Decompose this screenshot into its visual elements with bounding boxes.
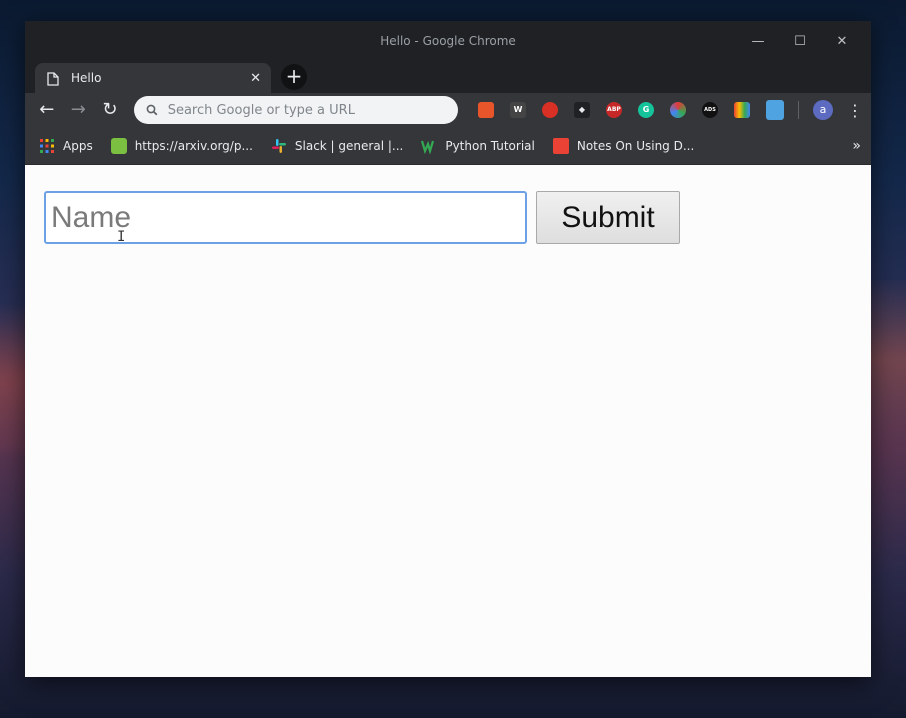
tab-title: Hello: [71, 71, 102, 85]
text-cursor-icon: I: [117, 229, 126, 245]
back-button[interactable]: ←: [35, 98, 59, 122]
bookmark-slack[interactable]: Slack | general |...: [271, 138, 403, 154]
bookmarks-overflow-icon[interactable]: »: [852, 138, 861, 154]
tab-hello[interactable]: Hello ✕: [35, 63, 271, 93]
bookmark-label: https://arxiv.org/p...: [134, 138, 253, 153]
submit-button[interactable]: Submit: [536, 191, 680, 244]
extension-pdf-icon[interactable]: [765, 100, 784, 120]
extension-hand-icon[interactable]: [541, 102, 558, 118]
extension-grammarly-icon[interactable]: G: [637, 102, 654, 118]
window-controls: — ☐ ✕: [737, 21, 863, 61]
slack-icon: [271, 138, 287, 154]
bookmark-apps[interactable]: Apps: [39, 138, 93, 154]
browser-toolbar: ← → ↻ W ◆ ABP G ADS a ⋮: [25, 93, 871, 127]
bookmark-label: Notes On Using D...: [576, 138, 695, 153]
search-icon: [146, 101, 158, 120]
reload-button[interactable]: ↻: [98, 98, 122, 122]
extension-palette-icon[interactable]: [733, 102, 750, 118]
browser-window: Hello - Google Chrome — ☐ ✕ Hello ✕ + ← …: [25, 21, 871, 677]
bookmark-python-tutorial[interactable]: Python Tutorial: [421, 138, 535, 155]
bookmark-notes[interactable]: Notes On Using D...: [552, 137, 695, 154]
extension-ring-icon[interactable]: [669, 102, 686, 118]
extensions-area: W ◆ ABP G ADS a ⋮: [470, 100, 863, 120]
w3-icon: [421, 138, 437, 155]
bookmarks-bar: Apps https://arxiv.org/p... Slack | gene…: [25, 127, 871, 165]
title-bar: Hello - Google Chrome — ☐ ✕: [25, 21, 871, 61]
extension-cat-icon[interactable]: ◆: [573, 102, 590, 118]
bookmark-label: Python Tutorial: [445, 138, 535, 153]
extension-w-icon[interactable]: W: [509, 102, 526, 118]
tab-strip: Hello ✕ +: [25, 61, 871, 93]
address-input[interactable]: [167, 102, 448, 118]
profile-avatar[interactable]: a: [812, 100, 833, 120]
address-bar[interactable]: [133, 96, 458, 124]
bookmark-arxiv[interactable]: https://arxiv.org/p...: [110, 137, 253, 154]
maximize-button[interactable]: ☐: [779, 34, 821, 49]
tab-close-icon[interactable]: ✕: [250, 71, 261, 86]
apps-grid-icon: [39, 138, 55, 154]
page-content: Submit I: [25, 165, 871, 677]
forward-button[interactable]: →: [67, 98, 91, 122]
close-window-button[interactable]: ✕: [821, 34, 863, 49]
window-title: Hello - Google Chrome: [380, 34, 516, 48]
smiley-icon: [110, 137, 127, 154]
document-icon: [47, 71, 59, 86]
bookmark-label: Apps: [63, 138, 93, 153]
minimize-button[interactable]: —: [737, 34, 779, 49]
extension-abp-icon[interactable]: ABP: [605, 102, 622, 118]
red-square-icon: [552, 137, 569, 154]
new-tab-button[interactable]: +: [281, 64, 307, 90]
extension-b-icon[interactable]: [477, 102, 494, 118]
bookmark-label: Slack | general |...: [294, 138, 404, 153]
toolbar-separator: [797, 101, 799, 119]
extension-ads-icon[interactable]: ADS: [701, 102, 718, 118]
menu-kebab-icon[interactable]: ⋮: [847, 101, 863, 120]
